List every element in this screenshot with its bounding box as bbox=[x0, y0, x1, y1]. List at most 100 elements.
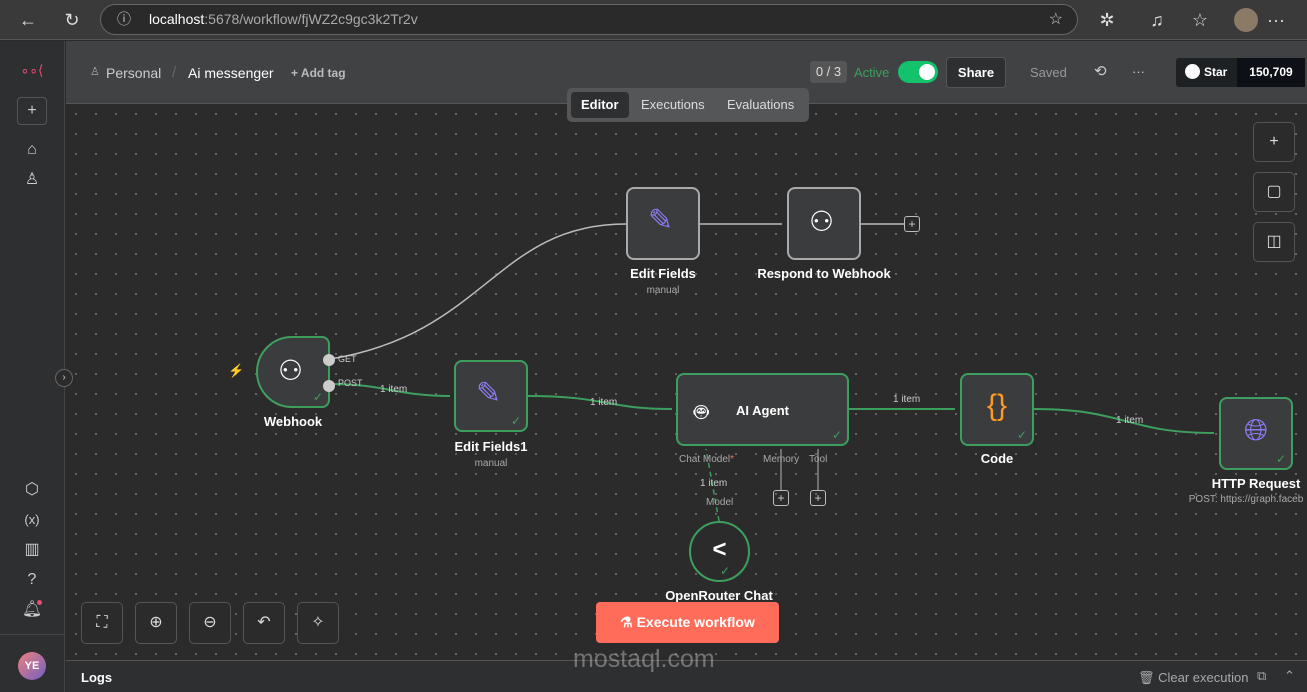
home-icon[interactable]: ⌂ bbox=[20, 138, 44, 162]
browser-toolbar: ← ↻ ⓘ localhost:5678/workflow/fjWZ2c9gc3… bbox=[0, 0, 1307, 40]
help-icon[interactable]: ? bbox=[20, 568, 44, 592]
execute-workflow-button[interactable]: ⚗ Execute workflow bbox=[596, 602, 779, 643]
pop-out-icon[interactable]: ⧉ bbox=[1257, 668, 1266, 684]
github-icon bbox=[1185, 64, 1200, 79]
github-star-label: Star bbox=[1204, 65, 1228, 79]
project-breadcrumb[interactable]: Personal bbox=[106, 65, 161, 81]
templates-icon[interactable]: ⬡ bbox=[20, 478, 44, 502]
back-icon[interactable]: ← bbox=[16, 8, 40, 32]
active-toggle[interactable] bbox=[898, 61, 938, 83]
success-check-icon: ✓ bbox=[831, 428, 842, 442]
expand-sidebar-button[interactable]: › bbox=[55, 369, 73, 387]
success-check-icon: ✓ bbox=[719, 564, 730, 578]
sidebar: ∘∘⟨ + ⌂ ♙ ⬡ (x) ▥ ? 🔔︎ YE › bbox=[0, 41, 73, 692]
history-icon[interactable]: ⟲ bbox=[1094, 62, 1107, 80]
node-http-request[interactable]: 🌐︎ ✓ bbox=[1219, 397, 1293, 470]
port-label-model: Model bbox=[706, 497, 734, 508]
github-star-button[interactable]: Star 150,709 bbox=[1176, 58, 1305, 87]
media-icon[interactable]: ♫ bbox=[1145, 8, 1169, 32]
zoom-out-button[interactable]: ⊖ bbox=[189, 602, 231, 644]
address-bar[interactable]: ⓘ localhost:5678/workflow/fjWZ2c9gc3k2Tr… bbox=[100, 4, 1078, 35]
node-label: OpenRouter Chat bbox=[665, 588, 773, 603]
chevron-up-icon[interactable]: ⌃ bbox=[1284, 668, 1295, 684]
add-tool-button[interactable]: + bbox=[810, 490, 826, 506]
edge-label: 1 item bbox=[590, 397, 618, 408]
output-handle[interactable] bbox=[323, 380, 335, 392]
tab-executions[interactable]: Executions bbox=[631, 92, 715, 118]
clear-execution-button[interactable]: 🗑︎ Clear execution bbox=[1138, 670, 1248, 686]
edge-label: 1 item bbox=[700, 478, 728, 489]
success-check-icon: ✓ bbox=[1016, 428, 1027, 442]
view-tabs: Editor Executions Evaluations bbox=[567, 88, 809, 122]
port-label-chat-model: Chat Model* bbox=[679, 454, 735, 465]
flask-icon: ⚗ bbox=[620, 614, 637, 630]
undo-button[interactable]: ↶ bbox=[243, 602, 285, 644]
variables-icon[interactable]: (x) bbox=[20, 508, 44, 532]
node-openrouter-chat[interactable]: < ✓ bbox=[689, 521, 750, 582]
person-icon: ♙ bbox=[90, 66, 100, 78]
user-avatar[interactable]: YE bbox=[18, 652, 46, 680]
add-node-panel-button[interactable]: + bbox=[1253, 122, 1295, 162]
profile-avatar[interactable] bbox=[1234, 8, 1258, 32]
evaluation-counter: 0 / 3 bbox=[810, 61, 847, 83]
active-label: Active bbox=[854, 65, 890, 80]
sticky-note-button[interactable]: ▢ bbox=[1253, 172, 1295, 212]
output-label-get: GET bbox=[338, 354, 357, 364]
node-code[interactable]: {} ✓ bbox=[960, 373, 1034, 446]
more-options-button[interactable]: ··· bbox=[1132, 64, 1145, 79]
fit-view-button[interactable]: ⛶ bbox=[81, 602, 123, 644]
logs-title: Logs bbox=[81, 670, 113, 685]
add-tag-button[interactable]: + Add tag bbox=[291, 66, 346, 80]
globe-icon: 🌐︎ bbox=[1244, 414, 1268, 447]
robot-icon: 🤖︎ bbox=[694, 399, 709, 426]
success-check-icon: ✓ bbox=[312, 390, 323, 404]
info-icon[interactable]: ⓘ bbox=[117, 5, 131, 34]
reload-icon[interactable]: ↻ bbox=[60, 8, 84, 32]
node-edit-fields[interactable]: ✎ bbox=[626, 187, 700, 260]
node-label: AI Agent bbox=[736, 403, 789, 418]
workflow-canvas[interactable]: ⚡ ⚇ ✓ GET POST Webhook ✎ ✓ Edit Fields 1 … bbox=[66, 104, 1307, 660]
node-label: HTTP Request bbox=[1211, 476, 1301, 491]
extensions-icon[interactable]: ✲ bbox=[1095, 8, 1119, 32]
code-braces-icon: {} bbox=[986, 389, 1008, 422]
create-button[interactable]: + bbox=[17, 97, 47, 125]
notifications-icon[interactable]: 🔔︎ bbox=[20, 598, 44, 622]
pencil-icon: ✎ bbox=[648, 204, 674, 237]
tab-evaluations[interactable]: Evaluations bbox=[717, 92, 804, 118]
node-webhook[interactable]: ⚇ ✓ bbox=[256, 336, 335, 408]
zoom-in-button[interactable]: ⊕ bbox=[135, 602, 177, 644]
insights-icon[interactable]: ▥ bbox=[20, 538, 44, 562]
n8n-logo[interactable]: ∘∘⟨ bbox=[20, 58, 44, 82]
add-memory-button[interactable]: + bbox=[773, 490, 789, 506]
bookmark-star-icon[interactable]: ☆ bbox=[1049, 5, 1063, 34]
saved-status: Saved bbox=[1030, 65, 1067, 80]
node-respond-to-webhook[interactable]: ⚇ bbox=[787, 187, 861, 260]
browser-menu-icon[interactable]: ··· bbox=[1264, 8, 1288, 32]
edge-label: 1 item bbox=[1116, 415, 1144, 426]
success-check-icon: ✓ bbox=[510, 414, 521, 428]
edge-label: 1 item bbox=[893, 394, 921, 405]
add-node-button[interactable]: + bbox=[904, 216, 920, 232]
favorites-icon[interactable]: ☆ bbox=[1188, 8, 1212, 32]
node-label: Edit Fields1 bbox=[454, 439, 528, 454]
breadcrumb-separator: / bbox=[172, 64, 177, 81]
edge-label: 1 item bbox=[380, 384, 408, 395]
node-ai-agent[interactable]: 🤖︎ AI Agent ✓ bbox=[676, 373, 849, 446]
tidy-up-button[interactable]: ✧ bbox=[297, 602, 339, 644]
share-button[interactable]: Share bbox=[946, 57, 1006, 88]
url-host: localhost bbox=[149, 11, 205, 27]
user-icon[interactable]: ♙ bbox=[20, 168, 44, 192]
node-edit-fields1[interactable]: ✎ ✓ bbox=[454, 360, 528, 432]
webhook-icon: ⚇ bbox=[278, 355, 304, 386]
output-label-post: POST bbox=[338, 378, 363, 388]
workflow-name[interactable]: Ai messenger bbox=[188, 65, 274, 81]
tab-editor[interactable]: Editor bbox=[571, 92, 629, 118]
watermark: mostaql.com bbox=[573, 645, 715, 673]
node-subtitle: manual bbox=[474, 458, 508, 469]
node-subtitle: POST: https://graph.faceb bbox=[1188, 494, 1304, 505]
trigger-bolt-icon: ⚡ bbox=[228, 363, 245, 378]
output-handle[interactable] bbox=[323, 354, 335, 366]
toggle-panel-button[interactable]: ◫ bbox=[1253, 222, 1295, 262]
node-label: Code bbox=[980, 451, 1014, 466]
node-label: Edit Fields bbox=[630, 266, 696, 281]
